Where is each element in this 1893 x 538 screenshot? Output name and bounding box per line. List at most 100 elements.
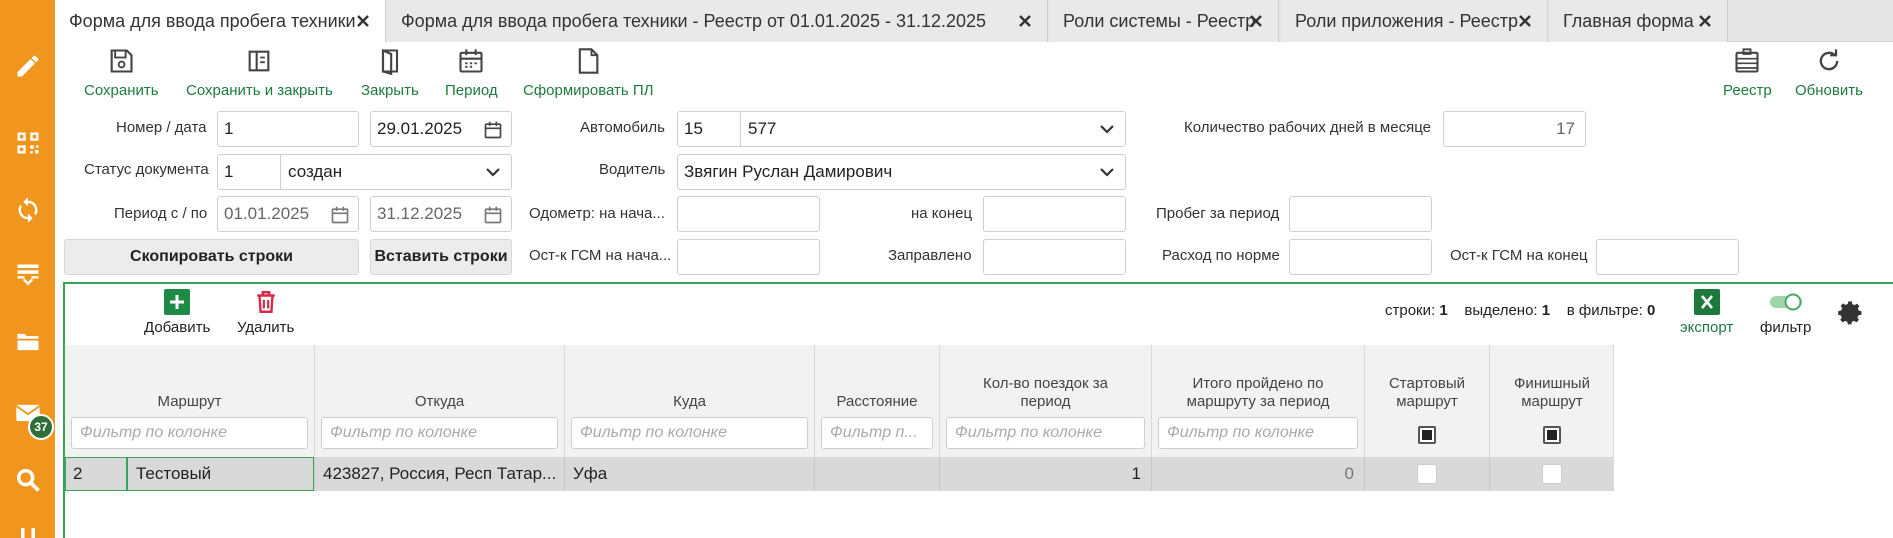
close-icon[interactable] [1695,11,1715,31]
finish-route-checkbox[interactable] [1542,464,1562,484]
tab-mileage-form[interactable]: Форма для ввода пробега техники [55,0,386,42]
registry-button[interactable]: Реестр [1723,46,1772,99]
sync-icon[interactable] [0,190,55,230]
column-total[interactable]: Итого пройдено по маршруту за период Фил… [1151,345,1364,457]
tab-bar: Форма для ввода пробега техники Форма дл… [55,0,1893,42]
finish-route-cell [1489,457,1614,491]
column-finish-route[interactable]: Финишный маршрут [1489,345,1614,457]
column-route[interactable]: Маршрут Фильтр по колонке [65,345,314,457]
filter-toggle[interactable]: фильтр [1760,289,1811,336]
column-to[interactable]: Куда Фильтр по колонке [564,345,814,457]
close-icon[interactable] [1015,11,1035,31]
download-list-icon[interactable] [0,255,55,295]
close-label: Закрыть [361,82,419,99]
tab-app-roles[interactable]: Роли приложения - Реестр [1281,0,1548,42]
period-to-field[interactable]: 31.12.2025 [370,196,512,232]
number-field[interactable]: 1 [217,111,359,147]
odometer-end-field[interactable] [983,196,1126,232]
filter-count-label: в фильтре: [1566,302,1643,319]
add-label: Добавить [144,319,211,336]
tab-mileage-registry[interactable]: Форма для ввода пробега техники - Реестр… [387,0,1048,42]
column-from[interactable]: Откуда Фильтр по колонке [314,345,564,457]
column-distance[interactable]: Расстояние Фильтр п... [814,345,939,457]
tab-label: Форма для ввода пробега техники [69,10,356,31]
tab-system-roles[interactable]: Роли системы - Реестр [1049,0,1279,42]
door-icon [381,48,398,76]
folder-icon[interactable] [0,322,55,362]
period-to-value: 31.12.2025 [377,204,463,223]
work-days-field[interactable]: 17 [1443,111,1586,147]
chevron-down-icon [1100,125,1114,134]
paste-rows-button[interactable]: Вставить строки [370,239,512,275]
period-from-field[interactable]: 01.01.2025 [217,196,359,232]
save-button[interactable]: Сохранить [84,46,159,99]
mileage-period-field[interactable] [1289,196,1432,232]
column-trips[interactable]: Кол-во поездок за период Фильтр по колон… [939,345,1151,457]
close-icon[interactable] [353,11,373,31]
filter-toggle-label: фильтр [1760,319,1812,336]
sidebar: 37 [0,0,55,538]
odometer-start-field[interactable] [677,196,820,232]
route-name-cell[interactable]: Тестовый [127,457,314,491]
date-field[interactable]: 29.01.2025 [370,111,512,147]
column-header-trips: Кол-во поездок за период [983,375,1108,410]
to-filter-input[interactable]: Фильтр по колонке [571,417,808,449]
from-cell[interactable]: 423827, Россия, Респ Татар... [314,457,564,491]
close-icon[interactable] [1515,11,1535,31]
number-date-label: Номер / дата [116,119,207,136]
pencil-icon[interactable] [0,46,55,86]
total-filter-input[interactable]: Фильтр по колонке [1158,417,1358,449]
distance-filter-input[interactable]: Фильтр п... [821,417,933,449]
registry-icon [1735,48,1759,73]
start-route-filter-checkbox[interactable] [1418,426,1436,444]
route-filter-input[interactable]: Фильтр по колонке [71,417,308,449]
norm-consumption-field[interactable] [1289,239,1432,275]
work-days-label: Количество рабочих дней в месяце [1184,119,1431,136]
to-cell[interactable]: Уфа [564,457,814,491]
search-icon[interactable] [0,460,55,500]
driver-select[interactable]: Звягин Руслан Дамирович [677,154,1126,190]
tab-main-form[interactable]: Главная форма [1549,0,1728,42]
export-button[interactable]: экспорт [1680,289,1733,336]
car-select[interactable]: 15 577 [677,111,1126,147]
column-start-route[interactable]: Стартовый маршрут [1364,345,1489,457]
column-header-from: Откуда [414,393,465,410]
close-button[interactable]: Закрыть [361,46,419,99]
copy-rows-button[interactable]: Скопировать строки [64,239,359,275]
fuel-start-field[interactable] [677,239,820,275]
qr-code-icon[interactable] [0,123,55,163]
start-route-checkbox[interactable] [1417,464,1437,484]
period-button[interactable]: Период [445,46,498,99]
trips-filter-input[interactable]: Фильтр по колонке [946,417,1145,449]
calendar-icon[interactable] [330,205,350,225]
refueled-label: Заправлено [888,247,972,264]
more-icon[interactable] [0,515,55,538]
gear-icon[interactable] [1837,299,1865,327]
table-row[interactable]: 2 Тестовый 423827, Россия, Респ Татар...… [65,457,1614,491]
column-header-finish-route: Финишный маршрут [1514,375,1590,410]
save-close-button[interactable]: Сохранить и закрыть [186,46,333,99]
calendar-icon[interactable] [483,205,503,225]
finish-route-filter-checkbox[interactable] [1543,426,1561,444]
excel-icon [1693,289,1720,315]
generate-pl-button[interactable]: Сформировать ПЛ [523,46,654,99]
floppy-disk-icon [110,49,133,73]
tab-label: Главная форма [1563,10,1694,31]
trips-cell[interactable]: 1 [939,457,1151,491]
calendar-icon[interactable] [483,120,503,140]
mail-count-badge: 37 [28,414,54,440]
column-header-to: Куда [673,393,706,410]
trash-icon [256,291,275,313]
delete-label: Удалить [237,319,295,336]
add-row-button[interactable]: Добавить [144,289,210,336]
route-code-cell[interactable]: 2 [65,457,127,491]
tab-label: Форма для ввода пробега техники - Реестр… [401,10,987,31]
from-filter-input[interactable]: Фильтр по колонке [321,417,558,449]
refueled-field[interactable] [983,239,1126,275]
refresh-button[interactable]: Обновить [1795,46,1863,99]
status-select[interactable]: 1 создан [217,154,512,190]
fuel-end-field[interactable] [1596,239,1739,275]
delete-row-button[interactable]: Удалить [237,289,294,336]
distance-cell[interactable] [814,457,939,491]
close-icon[interactable] [1246,11,1266,31]
